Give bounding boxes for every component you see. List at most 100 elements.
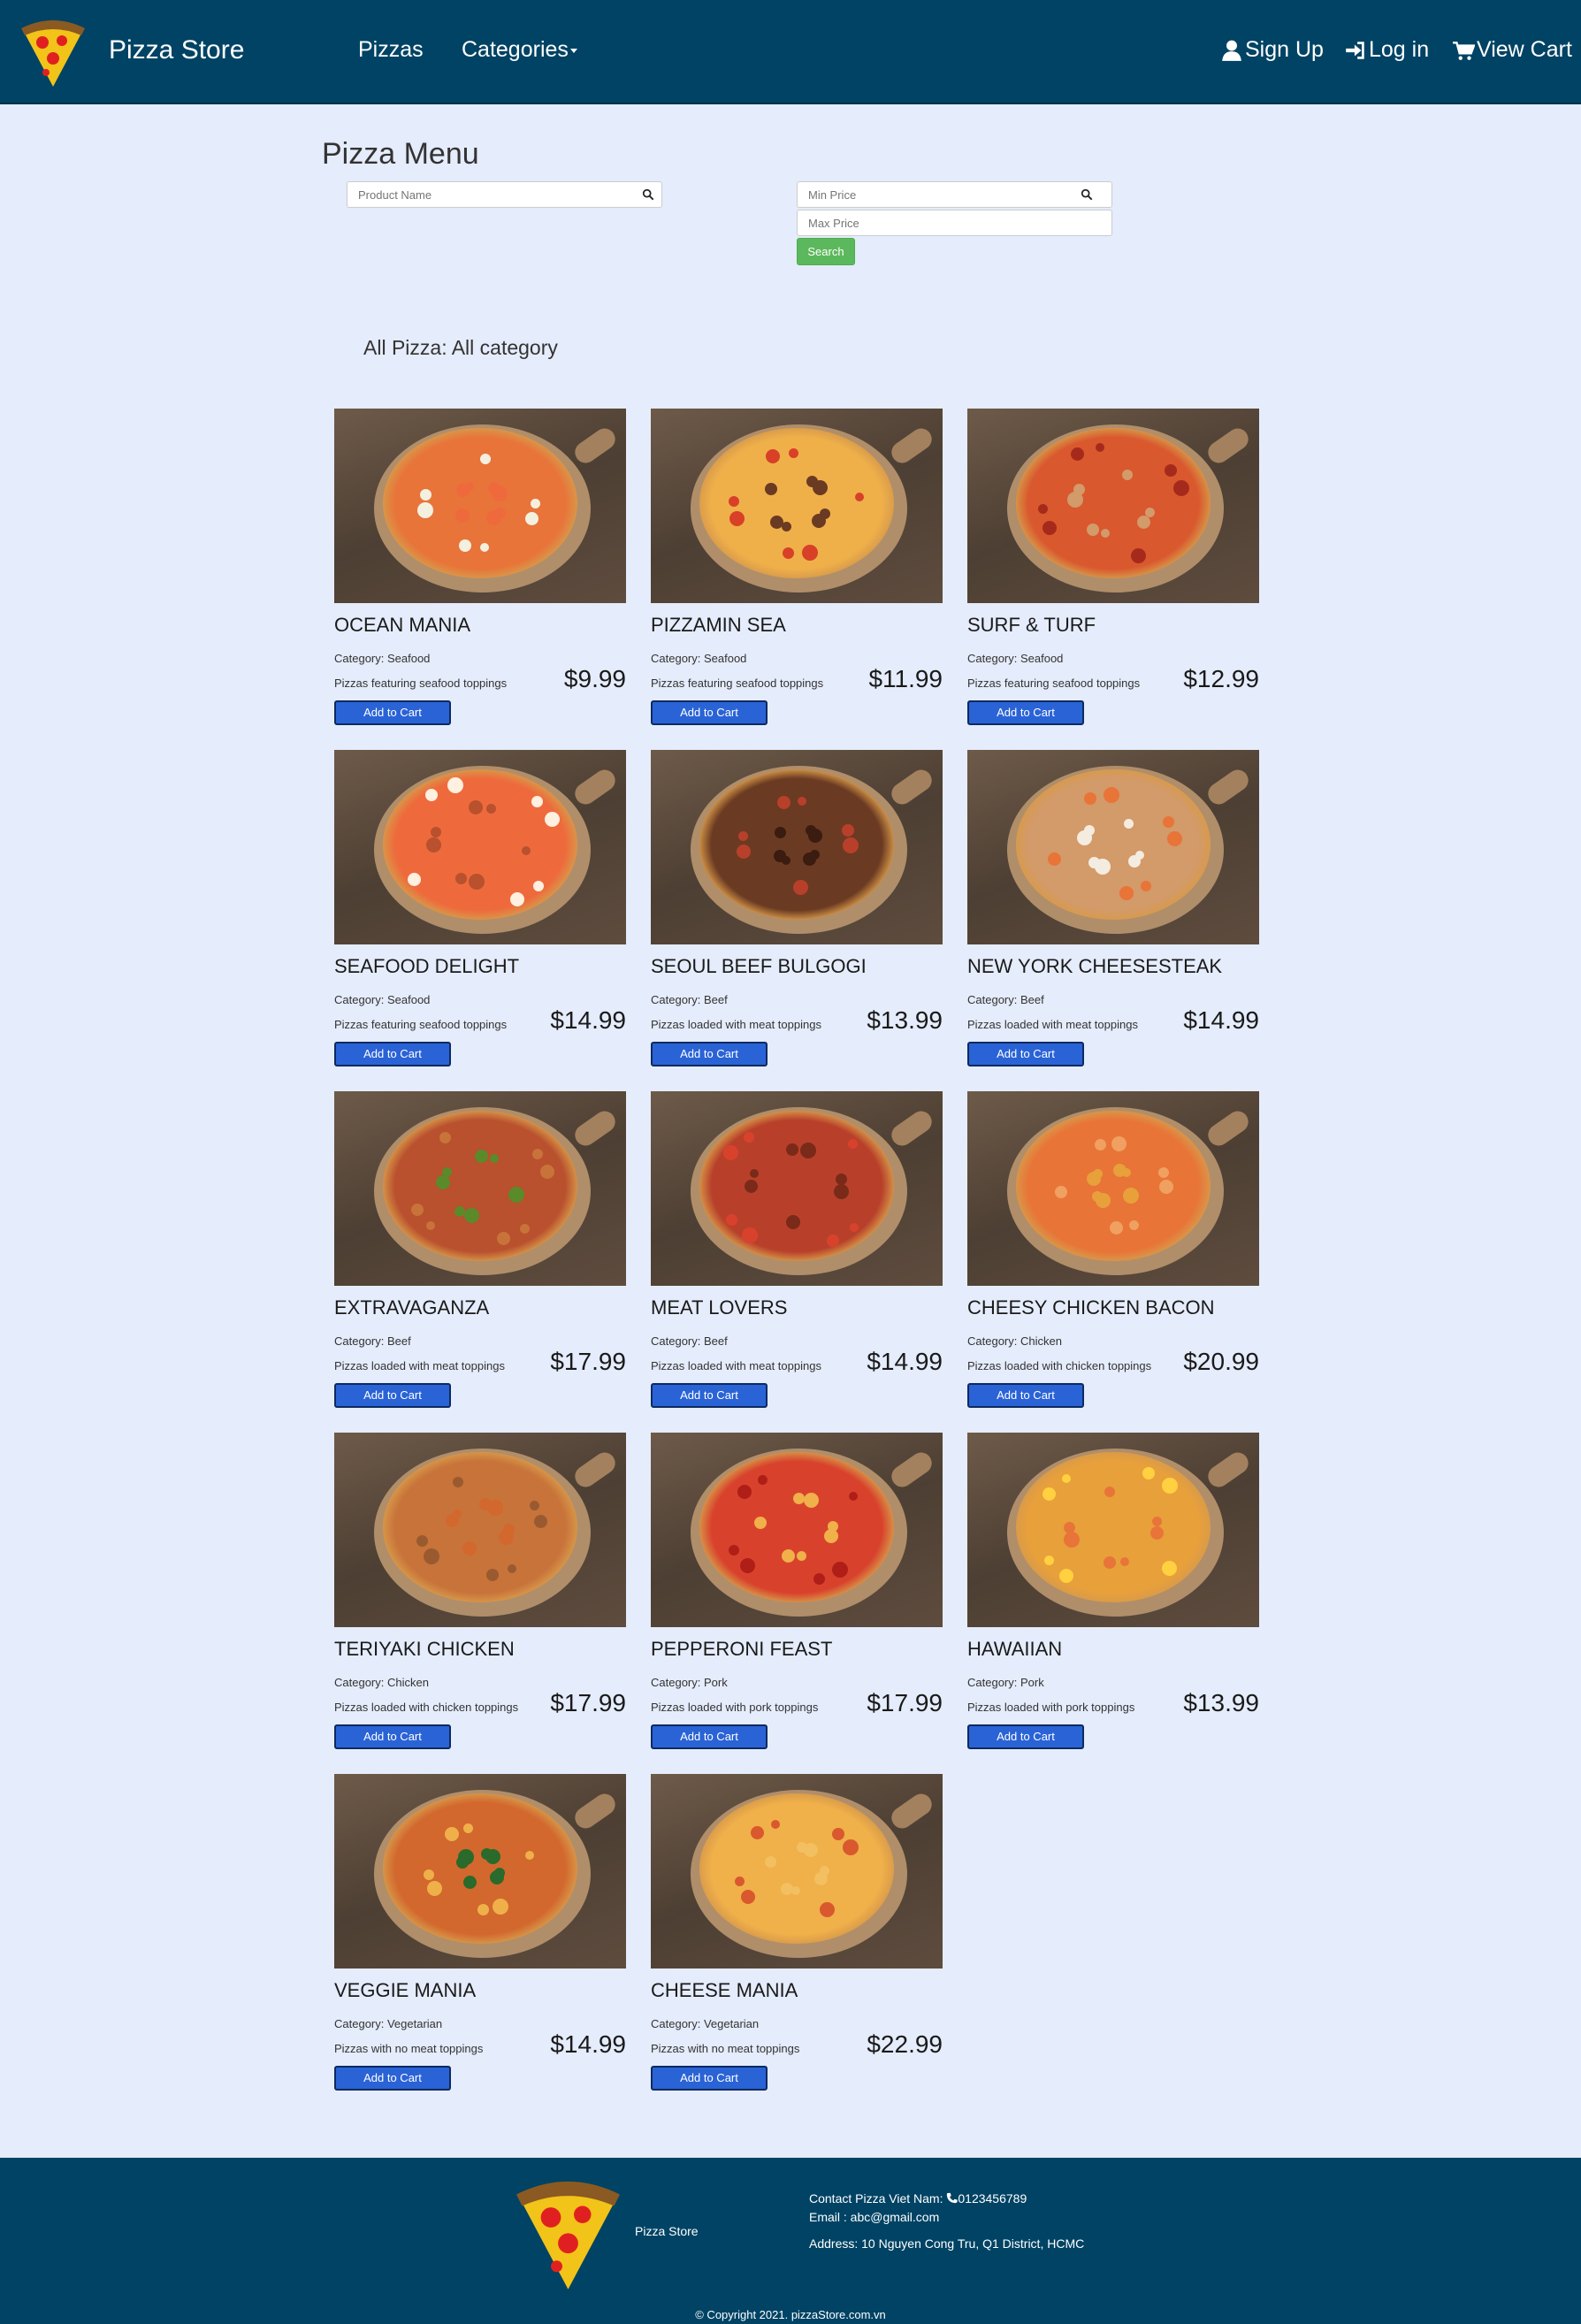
- product-name: CHEESE MANIA: [651, 1979, 798, 2001]
- add-to-cart-button[interactable]: Add to Cart: [334, 1724, 451, 1749]
- signup-label: Sign Up: [1245, 37, 1324, 62]
- footer-phone: 0123456789: [958, 2191, 1027, 2206]
- product-description: Pizzas loaded with meat toppings: [334, 1359, 505, 1372]
- nav-categories-dropdown[interactable]: Categories: [462, 37, 577, 63]
- search-icon[interactable]: [1081, 188, 1093, 201]
- product-name: SURF & TURF: [967, 614, 1096, 636]
- user-icon: [1222, 40, 1241, 61]
- product-name: PEPPERONI FEAST: [651, 1638, 833, 1660]
- product-price: $12.99: [1183, 665, 1259, 692]
- caret-down-icon: [569, 48, 577, 53]
- add-to-cart-button[interactable]: Add to Cart: [651, 1383, 768, 1408]
- product-image[interactable]: [334, 1433, 626, 1627]
- nav-pizzas[interactable]: Pizzas: [358, 37, 424, 63]
- search-button[interactable]: Search: [797, 238, 855, 265]
- search-icon[interactable]: [642, 188, 654, 201]
- product-image[interactable]: [334, 409, 626, 603]
- product-description: Pizzas featuring seafood toppings: [651, 677, 824, 690]
- product-price: $13.99: [867, 1006, 943, 1034]
- product-category: Category: Seafood: [651, 652, 747, 665]
- product-description: Pizzas loaded with pork toppings: [967, 1701, 1135, 1714]
- product-name: TERIYAKI CHICKEN: [334, 1638, 515, 1660]
- login-link[interactable]: Log in: [1344, 37, 1429, 63]
- product-price: $9.99: [563, 665, 626, 692]
- cart-label: View Cart: [1477, 37, 1572, 62]
- product-price: $17.99: [550, 1348, 626, 1375]
- product-card: CHEESE MANIA Category: Vegetarian Pizzas w…: [651, 1774, 943, 2101]
- product-image[interactable]: [967, 750, 1259, 944]
- product-image[interactable]: [651, 1433, 943, 1627]
- product-description: Pizzas with no meat toppings: [651, 2042, 800, 2055]
- add-to-cart-button[interactable]: Add to Cart: [967, 1042, 1084, 1066]
- signup-link[interactable]: Sign Up: [1220, 37, 1324, 63]
- product-image[interactable]: [651, 750, 943, 944]
- pizza-slice-icon: [516, 2181, 620, 2290]
- add-to-cart-button[interactable]: Add to Cart: [967, 700, 1084, 725]
- product-category: Category: Beef: [651, 1334, 728, 1348]
- product-name: NEW YORK CHEESESTEAK: [967, 955, 1223, 977]
- cart-icon: [1453, 41, 1475, 60]
- product-image[interactable]: [334, 750, 626, 944]
- product-card: SEOUL BEEF BULGOGI Category: Beef Pizzas l…: [651, 750, 943, 1077]
- footer-copyright: © Copyright 2021. pizzaStore.com.vn: [695, 2308, 886, 2321]
- add-to-cart-button[interactable]: Add to Cart: [967, 1383, 1084, 1408]
- min-price-input[interactable]: [797, 181, 1112, 208]
- footer: Pizza Store Contact Pizza Viet Nam: 0123…: [0, 2158, 1581, 2324]
- product-card: MEAT LOVERS Category: Beef Pizzas loaded w…: [651, 1091, 943, 1418]
- product-name: VEGGIE MANIA: [334, 1979, 477, 2001]
- product-category: Category: Vegetarian: [334, 2017, 443, 2030]
- pizza-slice-icon[interactable]: [18, 18, 88, 88]
- product-category: Category: Beef: [651, 993, 728, 1006]
- product-description: Pizzas featuring seafood toppings: [334, 1018, 508, 1031]
- product-description: Pizzas featuring seafood toppings: [967, 677, 1141, 690]
- product-price: $13.99: [1183, 1689, 1259, 1716]
- add-to-cart-button[interactable]: Add to Cart: [651, 1724, 768, 1749]
- product-description: Pizzas loaded with chicken toppings: [334, 1701, 519, 1714]
- add-to-cart-button[interactable]: Add to Cart: [967, 1724, 1084, 1749]
- product-card: PEPPERONI FEAST Category: Pork Pizzas load…: [651, 1433, 943, 1760]
- brand-name[interactable]: Pizza Store: [109, 35, 244, 65]
- product-image[interactable]: [967, 1433, 1259, 1627]
- view-cart-link[interactable]: View Cart: [1452, 37, 1572, 63]
- product-price: $14.99: [550, 1006, 626, 1034]
- footer-email: Email : abc@gmail.com: [809, 2210, 940, 2224]
- product-category: Category: Beef: [334, 1334, 411, 1348]
- product-price: $14.99: [550, 2030, 626, 2058]
- add-to-cart-button[interactable]: Add to Cart: [334, 1042, 451, 1066]
- max-price-input[interactable]: [797, 210, 1112, 236]
- product-card: VEGGIE MANIA Category: Vegetarian Pizzas w…: [334, 1774, 626, 2101]
- section-heading: All Pizza: All category: [363, 336, 558, 359]
- product-image[interactable]: [651, 1774, 943, 1969]
- product-image[interactable]: [651, 409, 943, 603]
- product-description: Pizzas loaded with meat toppings: [651, 1018, 821, 1031]
- footer-contact-label: Contact Pizza Viet Nam:: [809, 2191, 947, 2206]
- product-image[interactable]: [651, 1091, 943, 1286]
- product-price: $11.99: [868, 665, 943, 692]
- nav-categories-label: Categories: [462, 37, 569, 62]
- product-card: SEAFOOD DELIGHT Category: Seafood Pizzas f…: [334, 750, 626, 1077]
- add-to-cart-button[interactable]: Add to Cart: [651, 700, 768, 725]
- product-category: Category: Vegetarian: [651, 2017, 760, 2030]
- product-image[interactable]: [334, 1774, 626, 1969]
- product-price: $17.99: [867, 1689, 943, 1716]
- product-category: Category: Seafood: [334, 652, 431, 665]
- product-category: Category: Pork: [967, 1676, 1044, 1689]
- product-card: EXTRAVAGANZA Category: Beef Pizzas loaded …: [334, 1091, 626, 1418]
- add-to-cart-button[interactable]: Add to Cart: [651, 2066, 768, 2091]
- product-card: CHEESY CHICKEN BACON Category: Chicken Piz…: [967, 1091, 1259, 1418]
- product-name-input[interactable]: [347, 181, 662, 208]
- product-card: NEW YORK CHEESESTEAK Category: Beef Pizzas…: [967, 750, 1259, 1077]
- product-description: Pizzas loaded with meat toppings: [651, 1359, 821, 1372]
- product-price: $14.99: [867, 1348, 943, 1375]
- add-to-cart-button[interactable]: Add to Cart: [334, 2066, 451, 2091]
- add-to-cart-button[interactable]: Add to Cart: [651, 1042, 768, 1066]
- product-image[interactable]: [967, 409, 1259, 603]
- add-to-cart-button[interactable]: Add to Cart: [334, 700, 451, 725]
- add-to-cart-button[interactable]: Add to Cart: [334, 1383, 451, 1408]
- product-image[interactable]: [967, 1091, 1259, 1286]
- product-description: Pizzas loaded with pork toppings: [651, 1701, 819, 1714]
- product-category: Category: Beef: [967, 993, 1044, 1006]
- product-description: Pizzas featuring seafood toppings: [334, 677, 508, 690]
- product-image[interactable]: [334, 1091, 626, 1286]
- login-label: Log in: [1369, 37, 1430, 62]
